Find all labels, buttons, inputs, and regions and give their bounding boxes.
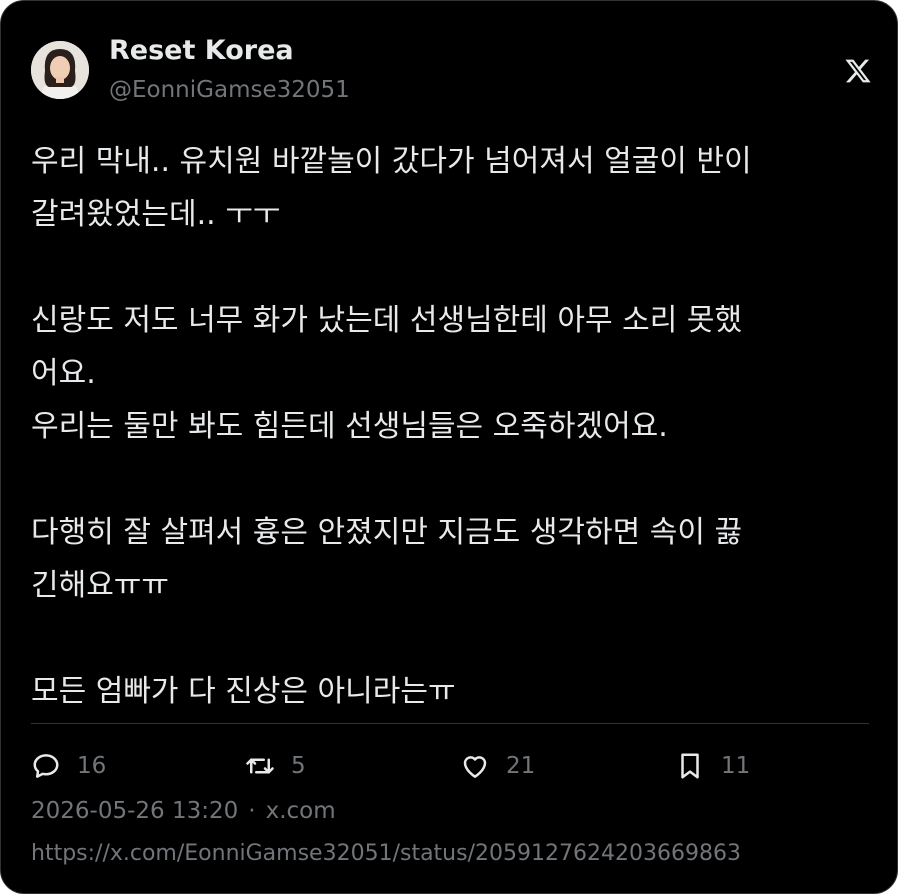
source-link[interactable]: x.com <box>266 798 336 824</box>
divider <box>31 723 869 724</box>
avatar[interactable] <box>31 41 89 99</box>
timestamp[interactable]: 2026-05-26 13:20 <box>31 798 238 824</box>
bookmark-icon <box>681 753 699 779</box>
post-card: Reset Korea @EonniGamse32051 우리 막내.. 유치원… <box>0 0 898 894</box>
bookmark-count: 11 <box>721 753 751 779</box>
like-count: 21 <box>506 753 536 779</box>
post-text: 우리 막내.. 유치원 바깥놀이 갔다가 넘어져서 얼굴이 반이 갈려왔었는데.… <box>31 144 752 709</box>
repost-arrows-icon <box>246 758 274 774</box>
avatar-image <box>31 41 89 99</box>
repost-button[interactable]: 5 <box>245 746 306 786</box>
x-logo-icon[interactable] <box>844 57 872 85</box>
reply-count: 16 <box>77 753 107 779</box>
like-button[interactable]: 21 <box>460 746 535 786</box>
repost-count: 5 <box>291 753 306 779</box>
post-meta: 2026-05-26 13:20 · x.com <box>31 798 336 824</box>
reply-button[interactable]: 16 <box>31 746 106 786</box>
heart-icon <box>463 756 487 778</box>
bookmark-button[interactable]: 11 <box>675 746 750 786</box>
user-handle[interactable]: @EonniGamse32051 <box>109 77 350 103</box>
reply-bubble-icon <box>33 754 59 778</box>
display-name[interactable]: Reset Korea <box>109 35 294 66</box>
meta-separator: · <box>248 798 256 824</box>
post-url[interactable]: https://x.com/EonniGamse32051/status/205… <box>31 841 741 866</box>
